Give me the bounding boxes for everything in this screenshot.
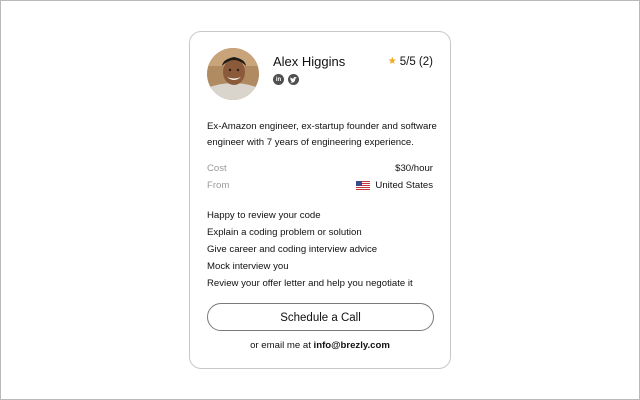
- service-item: Give career and coding interview advice: [207, 244, 378, 255]
- cost-value: $30/hour: [395, 163, 433, 174]
- rating: ★ 5/5 (2): [388, 56, 433, 68]
- service-item: Review your offer letter and help you ne…: [207, 278, 413, 289]
- us-flag-icon: [356, 181, 371, 190]
- star-icon: ★: [387, 56, 397, 67]
- email-link[interactable]: info@brezly.com: [314, 340, 390, 351]
- avatar: [207, 48, 259, 100]
- schedule-call-button[interactable]: Schedule a Call: [207, 303, 434, 331]
- mentor-card: Alex Higgins in ★ 5/5 (2) Ex-Amazon engi…: [189, 31, 451, 369]
- location-value-wrap: United States: [356, 180, 433, 191]
- bio-text: Ex-Amazon engineer, ex-startup founder a…: [207, 121, 437, 148]
- location-label: From: [207, 180, 230, 191]
- service-item: Explain a coding problem or solution: [207, 227, 362, 238]
- service-item: Mock interview you: [207, 261, 289, 272]
- services-list: Happy to review your code Explain a codi…: [207, 207, 413, 292]
- rating-value: 5/5 (2): [399, 56, 433, 68]
- service-item: Happy to review your code: [207, 210, 321, 221]
- email-line: or email me at info@brezly.com: [190, 340, 450, 351]
- location-row: From United States: [207, 180, 433, 191]
- cost-row: Cost $30/hour: [207, 163, 433, 174]
- twitter-icon[interactable]: [288, 74, 299, 85]
- location-value: United States: [375, 180, 433, 191]
- mentor-name: Alex Higgins: [273, 54, 346, 69]
- social-links: in: [273, 74, 299, 85]
- linkedin-icon[interactable]: in: [273, 74, 284, 85]
- email-prefix: or email me at: [250, 340, 314, 351]
- cost-label: Cost: [207, 163, 227, 174]
